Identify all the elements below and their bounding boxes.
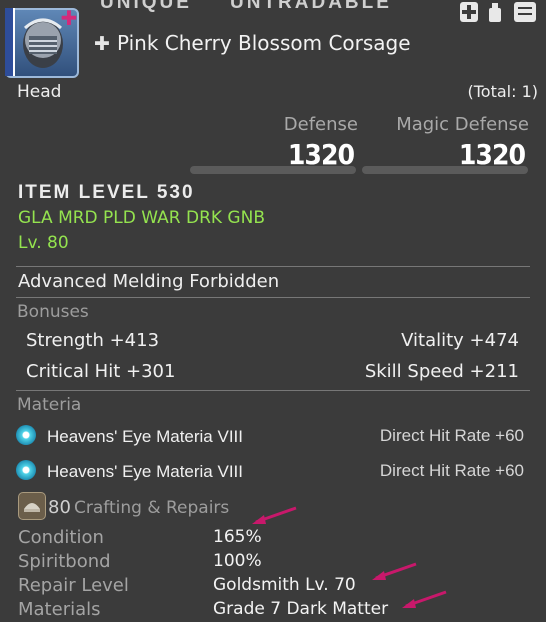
materia-name: Heavens' Eye Materia VIII (47, 427, 243, 446)
bonus-stat: Vitality +474 (401, 330, 519, 351)
bonuses-heading: Bonuses (17, 302, 89, 322)
materia-heading: Materia (17, 395, 82, 415)
slot-label: Head (17, 82, 62, 102)
divider (16, 297, 530, 298)
repair-level-value: Goldsmith Lv. 70 (213, 575, 356, 595)
condition-label: Condition (18, 527, 104, 548)
item-name: Pink Cherry Blossom Corsage (117, 31, 411, 55)
divider (16, 390, 530, 391)
materia-icon[interactable] (16, 460, 36, 480)
dye-bottle-icon (486, 2, 504, 22)
item-level: ITEM LEVEL 530 (18, 182, 195, 203)
materials-label: Materials (18, 599, 101, 620)
bonus-stat: Strength +413 (26, 330, 160, 351)
annotation-arrow-icon (252, 506, 297, 524)
materia-icon[interactable] (16, 425, 36, 445)
materials-value: Grade 7 Dark Matter (213, 599, 389, 619)
equip-level: Lv. 80 (18, 233, 69, 253)
bonus-stat: Skill Speed +211 (364, 361, 519, 382)
crafter-level: 80 (48, 497, 71, 518)
armoire-icon (514, 2, 536, 22)
divider (16, 266, 530, 267)
bonus-stat: Critical Hit +301 (26, 361, 176, 382)
annotation-arrow-icon (372, 562, 417, 580)
annotation-arrow-icon (402, 590, 447, 608)
glamour-plus-icon: ✚ (60, 6, 78, 30)
repair-level-label: Repair Level (18, 575, 129, 596)
materia-name: Heavens' Eye Materia VIII (47, 462, 243, 481)
defense-bar (190, 166, 356, 174)
total-count: (Total: 1) (467, 82, 538, 101)
crafting-heading: Crafting & Repairs (74, 498, 230, 518)
magic-defense-bar (362, 166, 528, 174)
materia-stat: Direct Hit Rate +60 (379, 461, 524, 480)
condition-value: 165% (213, 527, 262, 547)
spiritbond-label: Spiritbond (18, 551, 111, 572)
crafted-mark-icon: ✚ (94, 33, 110, 55)
unique-flag: UNIQUE (100, 0, 192, 13)
magic-defense-label: Magic Defense (396, 114, 529, 135)
item-tooltip: { "flags": {"unique": "UNIQUE", "untrada… (0, 0, 546, 622)
crafting-icon (18, 492, 46, 520)
melding-text: Advanced Melding Forbidden (18, 271, 280, 292)
defense-label: Defense (283, 114, 358, 135)
job-list: GLA MRD PLD WAR DRK GNB (18, 208, 265, 228)
spiritbond-value: 100% (213, 551, 262, 571)
untradable-flag: UNTRADABLE (230, 0, 392, 13)
materia-stat: Direct Hit Rate +60 (379, 426, 524, 445)
item-icon-stripe (5, 8, 15, 76)
plus-shield-icon (460, 2, 478, 22)
